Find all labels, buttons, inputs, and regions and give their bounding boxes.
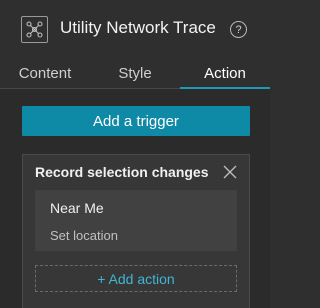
widget-header: Utility Network Trace ?: [0, 0, 270, 58]
action-item-near-me[interactable]: Near Me Set location: [35, 190, 237, 251]
set-location-link[interactable]: Set location: [50, 228, 118, 243]
action-name: Near Me: [50, 200, 104, 216]
add-action-button[interactable]: + Add action: [35, 265, 237, 292]
widget-title: Utility Network Trace: [60, 18, 216, 37]
help-circle-icon[interactable]: ?: [230, 21, 247, 38]
tab-action[interactable]: Action: [180, 58, 270, 89]
trigger-title: Record selection changes: [35, 164, 209, 180]
tab-style[interactable]: Style: [90, 58, 180, 89]
add-trigger-button[interactable]: Add a trigger: [22, 106, 250, 136]
close-icon[interactable]: [222, 164, 238, 180]
settings-tabs: Content Style Action: [0, 58, 270, 89]
tab-content[interactable]: Content: [0, 58, 90, 89]
trigger-card: Record selection changes Near Me Set loc…: [22, 154, 250, 308]
network-nodes-icon: [21, 16, 48, 43]
